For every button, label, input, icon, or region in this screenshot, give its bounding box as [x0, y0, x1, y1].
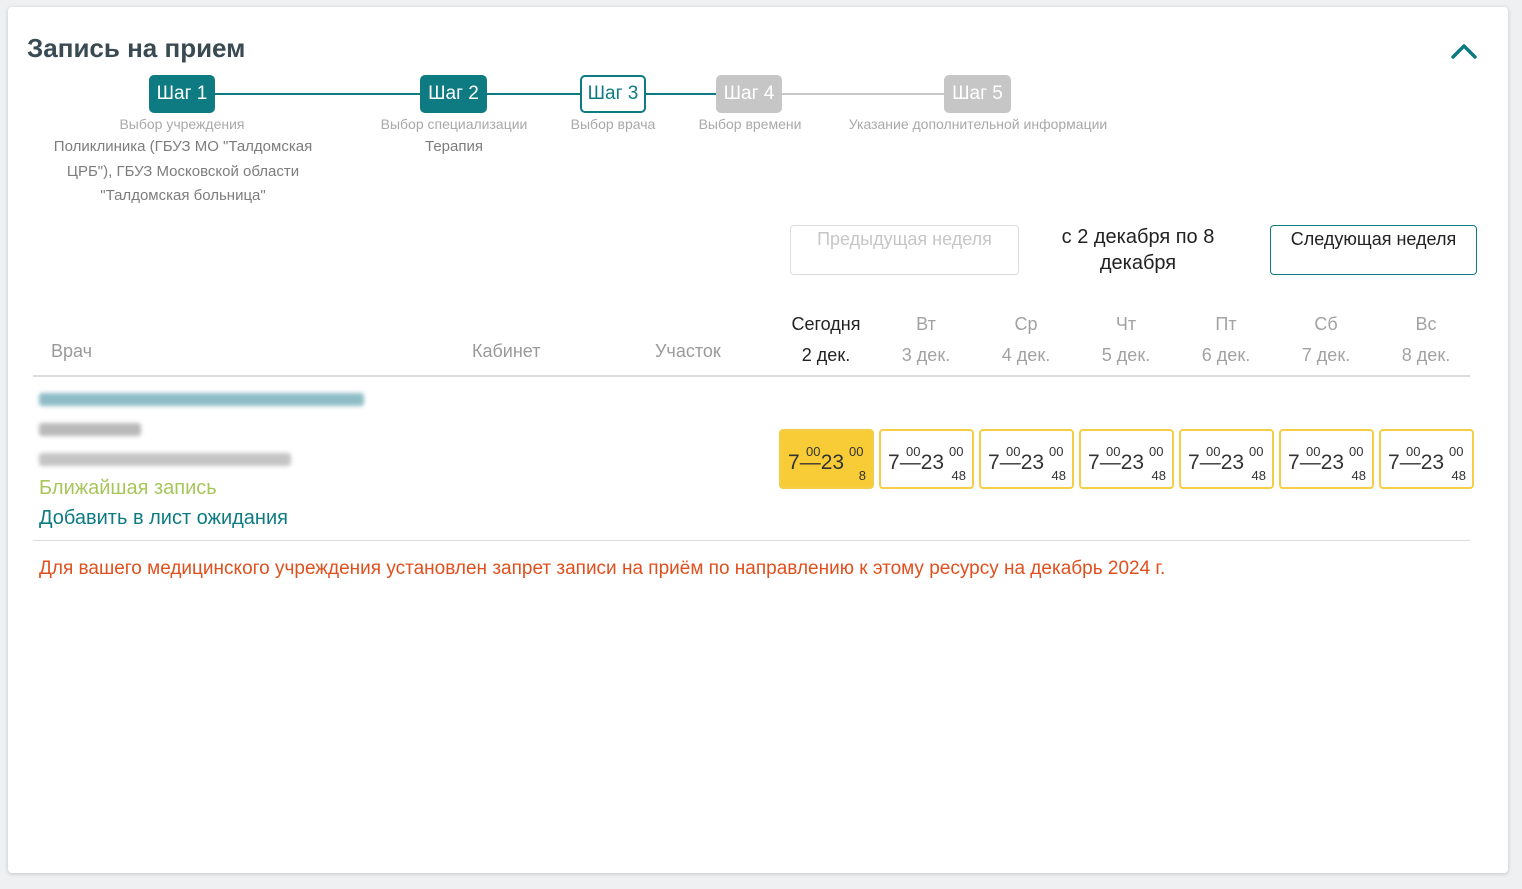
step-1-value: Поликлиника (ГБУЗ МО "Талдомская ЦРБ"), …	[53, 138, 313, 204]
slot-count: 48	[1251, 468, 1266, 483]
step-connector	[215, 93, 421, 95]
time-slot[interactable]: 7—23 00 00 48	[1279, 429, 1374, 489]
page-title: Запись на прием	[27, 33, 246, 63]
day-header: Чт 5 дек.	[1101, 314, 1151, 365]
day-header: Сегодня 2 дек.	[791, 314, 861, 365]
slot-count: 8	[858, 468, 866, 483]
add-to-waitlist-link[interactable]: Добавить в лист ожидания	[39, 507, 288, 530]
day-header: Вт 3 дек.	[901, 314, 951, 365]
step-3[interactable]: Шаг 3	[580, 75, 646, 113]
column-header-area: Участок	[655, 341, 721, 361]
time-slot[interactable]: 7—23 00 00 8	[779, 429, 874, 489]
time-slot[interactable]: 7—23 00 00 48	[1079, 429, 1174, 489]
step-1[interactable]: Шаг 1	[149, 75, 215, 113]
time-slot[interactable]: 7—23 00 00 48	[979, 429, 1074, 489]
slot-count: 48	[951, 468, 966, 483]
booking-restriction-warning: Для вашего медицинского учреждения устан…	[39, 558, 1166, 579]
chevron-up-icon	[1451, 44, 1477, 59]
nearest-appointment-link[interactable]: Ближайшая запись	[39, 477, 217, 500]
time-slot[interactable]: 7—23 00 00 48	[879, 429, 974, 489]
header-divider	[33, 375, 1470, 377]
slot-count: 48	[1151, 468, 1166, 483]
day-header: Сб 7 дек.	[1301, 314, 1351, 365]
next-week-button[interactable]: Следующая неделя	[1270, 225, 1477, 275]
step-4-caption: Выбор времени	[698, 116, 802, 132]
slot-count: 48	[1051, 468, 1066, 483]
column-header-doctor: Врач	[51, 341, 93, 361]
day-header: Ср 4 дек.	[1001, 314, 1051, 365]
step-2-value: Терапия	[425, 138, 483, 155]
row-divider	[33, 540, 1470, 541]
step-2[interactable]: Шаг 2	[420, 75, 487, 113]
step-2-caption: Выбор специализации	[380, 116, 528, 132]
step-5-caption: Указание дополнительной информации	[848, 116, 1108, 132]
time-slot[interactable]: 7—23 00 00 48	[1179, 429, 1274, 489]
step-4: Шаг 4	[716, 75, 782, 113]
step-1-caption: Выбор учреждения	[119, 116, 245, 132]
day-header: Вс 8 дек.	[1401, 314, 1451, 365]
day-header: Пт 6 дек.	[1201, 314, 1251, 365]
column-header-cabinet: Кабинет	[472, 341, 541, 361]
step-3-caption: Выбор врача	[570, 116, 656, 132]
slot-count: 48	[1451, 468, 1466, 483]
collapse-button[interactable]	[1448, 37, 1480, 63]
step-5: Шаг 5	[944, 75, 1011, 113]
step-connector	[781, 93, 945, 95]
appointment-card: Запись на прием Шаг 1 Шаг 2 Шаг 3 Шаг 4 …	[8, 7, 1508, 873]
step-connector	[645, 93, 717, 95]
time-slot[interactable]: 7—23 00 00 48	[1379, 429, 1474, 489]
week-range: с 2 декабря по 8 декабря	[1061, 226, 1215, 274]
previous-week-button[interactable]: Предыдущая неделя	[790, 225, 1019, 275]
step-connector	[486, 93, 581, 95]
slot-count: 48	[1351, 468, 1366, 483]
